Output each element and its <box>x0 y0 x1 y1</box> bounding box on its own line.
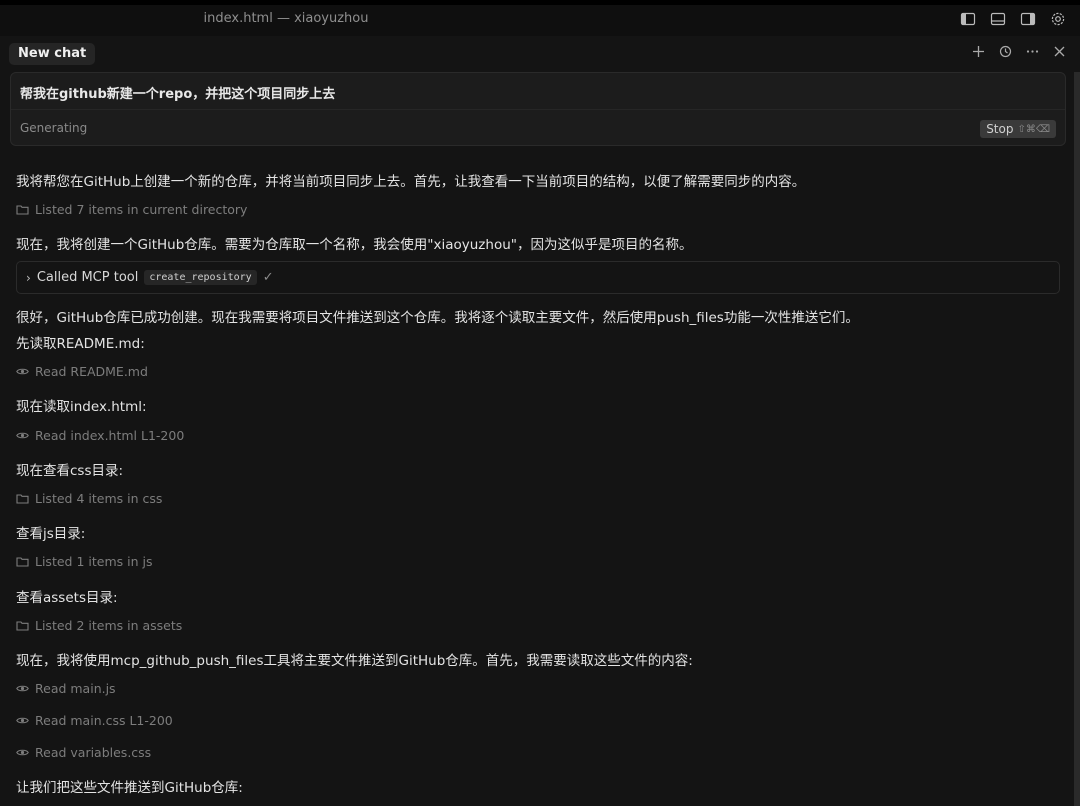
tool-activity[interactable]: Read variables.css <box>16 745 151 760</box>
tool-activity[interactable]: Listed 1 items in js <box>16 554 152 569</box>
tool-activity[interactable]: Read main.js <box>16 681 116 696</box>
prompt-box[interactable]: 帮我在github新建一个repo，并把这个项目同步上去 Generating … <box>10 72 1066 146</box>
tool-activity[interactable]: Read main.css L1-200 <box>16 713 173 728</box>
eye-icon <box>16 717 29 724</box>
generating-status: Generating <box>20 121 88 135</box>
eye-icon <box>16 432 29 439</box>
scrollbar[interactable] <box>1074 72 1080 806</box>
assistant-message: 很好，GitHub仓库已成功创建。现在我需要将项目文件推送到这个仓库。我将逐个读… <box>16 310 859 326</box>
window-title: index.html — xiaoyuzhou <box>203 11 369 26</box>
close-icon[interactable] <box>1053 45 1066 58</box>
folder-icon <box>16 494 29 504</box>
activity-label: Listed 7 items in current directory <box>35 202 248 217</box>
tab-new-chat[interactable]: New chat <box>9 43 96 65</box>
stop-label: Stop <box>986 122 1014 136</box>
activity-label: Listed 1 items in js <box>35 554 153 569</box>
assistant-message: 查看js目录: <box>16 526 86 542</box>
window-titlebar: index.html — xiaoyuzhou <box>0 0 1080 36</box>
assistant-message: 查看assets目录: <box>16 590 118 606</box>
more-icon[interactable] <box>1026 45 1039 58</box>
mcp-tool-call[interactable]: › Called MCP tool create_repository ✓ <box>16 261 1060 294</box>
chat-actions <box>972 45 1066 58</box>
sidebar-right-icon[interactable] <box>1020 11 1036 27</box>
tool-activity[interactable]: Listed 2 items in assets <box>16 618 182 633</box>
layout-controls <box>960 11 1066 27</box>
tool-activity[interactable]: Listed 4 items in css <box>16 491 162 506</box>
activity-label: Read index.html L1-200 <box>35 428 185 443</box>
assistant-message: 现在，我将使用mcp_github_push_files工具将主要文件推送到Gi… <box>16 653 693 669</box>
tool-activity[interactable]: Read README.md <box>16 364 148 379</box>
assistant-message: 现在读取index.html: <box>16 399 147 415</box>
folder-icon <box>16 205 29 215</box>
check-icon: ✓ <box>262 270 274 285</box>
chevron-right-icon: › <box>26 270 31 285</box>
prompt-divider <box>11 109 1065 110</box>
activity-label: Read variables.css <box>35 745 152 760</box>
activity-label: Read main.js <box>35 681 116 696</box>
history-icon[interactable] <box>999 45 1012 58</box>
gear-icon[interactable] <box>1050 11 1066 27</box>
tool-call-label: Called MCP tool <box>36 270 139 285</box>
activity-label: Listed 4 items in css <box>35 491 163 506</box>
folder-icon <box>16 621 29 631</box>
folder-icon <box>16 557 29 567</box>
prompt-text: 帮我在github新建一个repo，并把这个项目同步上去 <box>20 87 336 102</box>
tool-activity[interactable]: Read index.html L1-200 <box>16 428 184 443</box>
assistant-message: 现在查看css目录: <box>16 463 124 479</box>
eye-icon <box>16 368 29 375</box>
tool-name-tag: create_repository <box>144 270 257 285</box>
assistant-message: 现在，我将创建一个GitHub仓库。需要为仓库取一个名称，我会使用"xiaoyu… <box>16 237 693 253</box>
assistant-message: 让我们把这些文件推送到GitHub仓库: <box>16 780 243 796</box>
assistant-message: 先读取README.md: <box>16 336 145 352</box>
sidebar-left-icon[interactable] <box>960 11 976 27</box>
assistant-message: 我将帮您在GitHub上创建一个新的仓库，并将当前项目同步上去。首先，让我查看一… <box>16 174 806 190</box>
stop-shortcut: ⇧⌘⌫ <box>1017 123 1050 135</box>
activity-label: Read README.md <box>35 364 148 379</box>
eye-icon <box>16 685 29 692</box>
stop-button[interactable]: Stop ⇧⌘⌫ <box>980 120 1056 138</box>
panel-bottom-icon[interactable] <box>990 11 1006 27</box>
activity-label: Read main.css L1-200 <box>35 713 173 728</box>
chat-tabbar: New chat <box>0 36 1080 70</box>
eye-icon <box>16 749 29 756</box>
plus-icon[interactable] <box>972 45 985 58</box>
tool-activity[interactable]: Listed 7 items in current directory <box>16 202 247 217</box>
activity-label: Listed 2 items in assets <box>35 618 183 633</box>
